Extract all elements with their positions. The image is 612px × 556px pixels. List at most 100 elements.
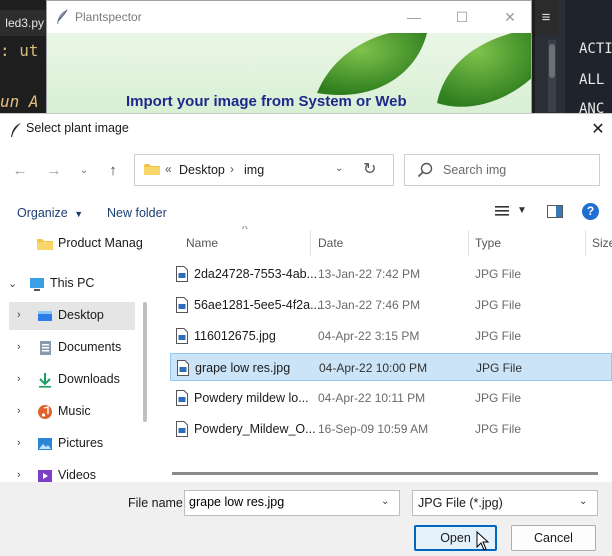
forward-arrow-icon[interactable]: → [44, 160, 64, 182]
file-date: 13-Jan-22 7:46 PM [318, 298, 421, 312]
column-header-size[interactable]: Size [592, 236, 612, 250]
editor-scrollbar-thumb[interactable] [549, 44, 555, 78]
tree-item-label: Pictures [58, 436, 104, 450]
chevron-right-icon[interactable]: › [17, 437, 21, 449]
address-bar[interactable]: « Desktop › img ⌄ ↻ [134, 154, 394, 186]
breadcrumb-desktop[interactable]: Desktop [179, 163, 225, 177]
editor-code-line: un A [0, 92, 39, 111]
chevron-down-icon: ▼ [74, 209, 84, 219]
file-date: 13-Jan-22 7:42 PM [318, 267, 421, 281]
editor-code-line: : ut [0, 41, 39, 60]
navigation-scrollbar[interactable] [143, 302, 147, 422]
back-arrow-icon[interactable]: ← [10, 160, 30, 182]
file-name: 116012675.jpg [194, 329, 276, 343]
column-header-date[interactable]: Date [318, 236, 343, 250]
videos-icon [38, 470, 52, 482]
help-icon[interactable]: ? [582, 203, 599, 220]
pictures-icon [38, 438, 52, 450]
file-date: 04-Apr-22 10:11 PM [318, 391, 426, 405]
file-row[interactable]: 56ae1281-5ee5-4f2a... 13-Jan-22 7:46 PM … [170, 291, 612, 319]
column-header-name[interactable]: Name [186, 236, 218, 250]
close-button[interactable]: ✕ [487, 1, 533, 33]
feather-icon [57, 9, 68, 24]
view-chevron-icon[interactable]: ▼ [517, 205, 527, 216]
file-name: Powdery mildew lo... [194, 391, 309, 405]
tree-item-this-pc[interactable]: ⌄ This PC [0, 270, 150, 298]
documents-icon [40, 341, 51, 355]
file-name: Powdery_Mildew_O... [194, 422, 316, 436]
breadcrumb-img[interactable]: img [244, 163, 264, 177]
chevron-down-icon[interactable]: ⌄ [8, 277, 17, 290]
image-file-icon [176, 266, 188, 282]
folder-icon [37, 239, 53, 250]
tree-item-pictures[interactable]: › Pictures [0, 430, 150, 458]
file-name: 56ae1281-5ee5-4f2a... [194, 298, 321, 312]
file-type: JPG File [476, 361, 523, 375]
editor-tab[interactable]: led3.py [0, 10, 48, 36]
address-history-chevron-icon[interactable]: ⌄ [335, 163, 343, 174]
cancel-button[interactable]: Cancel [511, 525, 596, 551]
file-name: grape low res.jpg [195, 361, 291, 375]
chevron-right-icon[interactable]: › [17, 469, 21, 481]
recent-locations-chevron-icon[interactable]: ⌄ [74, 160, 94, 182]
plantspector-titlebar[interactable]: Plantspector — ☐ ✕ [47, 1, 531, 33]
tree-item-music[interactable]: › Music [0, 398, 150, 426]
view-options-icon[interactable] [494, 203, 510, 219]
tree-item-documents[interactable]: › Documents [0, 334, 150, 362]
file-row[interactable]: 116012675.jpg 04-Apr-22 3:15 PM JPG File [170, 322, 612, 350]
search-placeholder: Search img [443, 163, 507, 177]
column-divider[interactable] [585, 230, 586, 256]
horizontal-scrollbar[interactable] [172, 472, 598, 475]
command-bar: Organize ▼ New folder ▼ ? [0, 199, 612, 227]
pc-icon [30, 278, 44, 291]
minimize-button[interactable]: — [391, 1, 437, 33]
tree-item-videos[interactable]: › Videos [0, 462, 150, 482]
chevron-right-icon[interactable]: › [17, 341, 21, 353]
folder-icon [144, 164, 160, 175]
column-divider[interactable] [468, 230, 469, 256]
breadcrumb-separator[interactable]: › [230, 162, 234, 176]
file-row-selected[interactable]: grape low res.jpg 04-Apr-22 10:00 PM JPG… [170, 353, 612, 381]
column-header-row: ^ Name Date Type Size [158, 226, 612, 256]
file-type: JPG File [475, 391, 522, 405]
breadcrumb-overflow[interactable]: « [165, 162, 172, 176]
preview-pane-icon[interactable] [547, 205, 563, 218]
image-file-icon [176, 328, 188, 344]
refresh-icon[interactable]: ↻ [363, 159, 376, 179]
music-icon [38, 405, 52, 419]
file-name: 2da24728-7553-4ab... [194, 267, 318, 281]
tree-item-desktop[interactable]: › Desktop [9, 302, 135, 330]
column-divider[interactable] [310, 230, 311, 256]
plantspector-title: Plantspector [75, 10, 142, 24]
file-type: JPG File [475, 267, 522, 281]
background-editor-left: led3.py : ut un A [0, 0, 48, 115]
tree-item-label: This PC [50, 276, 95, 290]
file-type-select[interactable]: JPG File (*.jpg) ⌄ [412, 490, 598, 516]
file-type: JPG File [475, 298, 522, 312]
hamburger-icon[interactable]: ≡ [535, 0, 557, 35]
tree-item-downloads[interactable]: › Downloads [0, 366, 150, 394]
file-row[interactable]: 2da24728-7553-4ab... 13-Jan-22 7:42 PM J… [170, 260, 612, 288]
column-header-type[interactable]: Type [475, 236, 501, 250]
file-type: JPG File [475, 329, 522, 343]
plantspector-window: Plantspector — ☐ ✕ Import your image fro… [46, 0, 532, 116]
organize-button[interactable]: Organize ▼ [17, 206, 83, 220]
tree-item-label: Desktop [58, 308, 104, 322]
tree-item-label: Videos [58, 468, 96, 482]
up-arrow-icon[interactable]: ↑ [103, 160, 123, 182]
chevron-right-icon[interactable]: › [17, 405, 21, 417]
file-row[interactable]: Powdery_Mildew_O... 16-Sep-09 10:59 AM J… [170, 415, 612, 443]
file-name-field[interactable]: ⌄ [184, 490, 400, 516]
file-name-input[interactable] [189, 495, 375, 509]
maximize-button[interactable]: ☐ [439, 1, 485, 33]
tree-item-product-manag[interactable]: Product Manag [0, 230, 150, 258]
chevron-down-icon[interactable]: ⌄ [381, 496, 389, 507]
chevron-right-icon[interactable]: › [17, 373, 21, 385]
search-box[interactable]: Search img [404, 154, 600, 186]
file-row[interactable]: Powdery mildew lo... 04-Apr-22 10:11 PM … [170, 384, 612, 412]
dialog-close-button[interactable]: ✕ [584, 116, 612, 144]
chevron-down-icon[interactable]: ⌄ [579, 496, 587, 507]
chevron-right-icon[interactable]: › [17, 309, 21, 321]
new-folder-button[interactable]: New folder [107, 206, 167, 220]
dialog-footer: File name: ⌄ JPG File (*.jpg) ⌄ Open Can… [0, 482, 612, 556]
